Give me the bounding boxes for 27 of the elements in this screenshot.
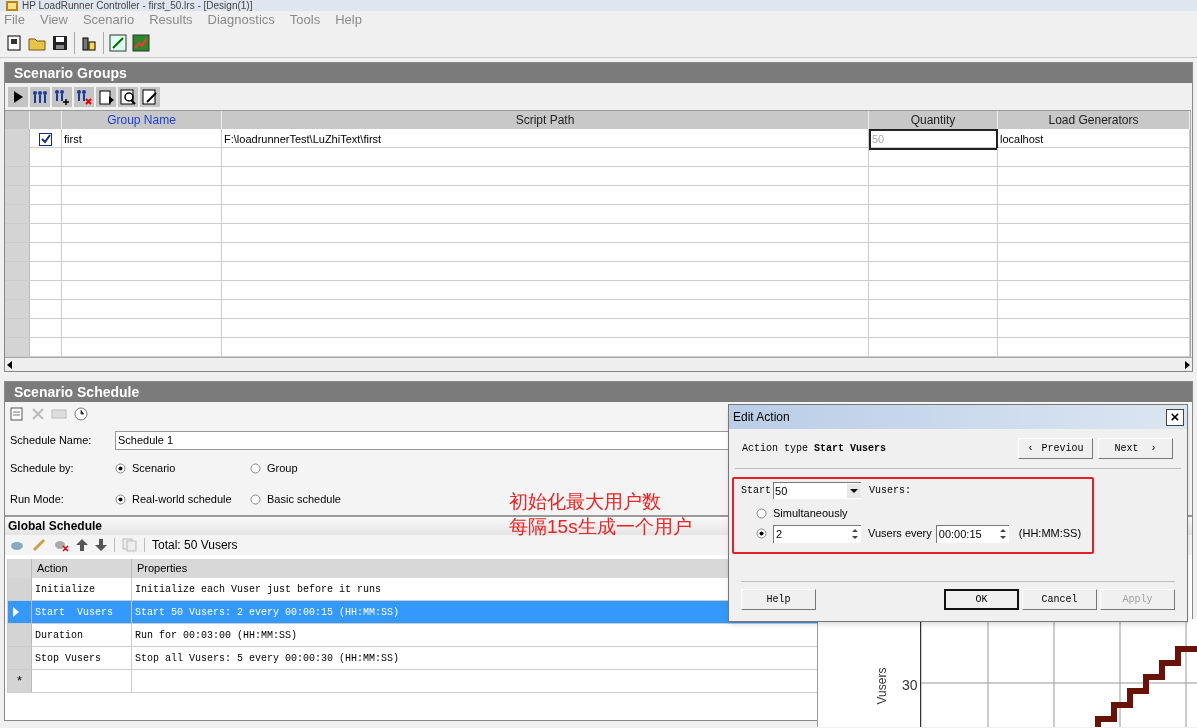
panel-header: Scenario Schedule <box>5 382 1192 402</box>
axis-label: Vusers <box>874 667 891 705</box>
tick-label: 30 <box>902 676 918 695</box>
format-label: (HH:MM:SS) <box>1018 526 1082 542</box>
action-type-label: Action type Start Vusers <box>742 442 887 456</box>
table-cell: Initialize <box>32 578 132 600</box>
table-cell: Duration <box>32 624 132 646</box>
annotation-text: 初始化最大用户数 <box>509 490 662 514</box>
table-cell: Start Vusers <box>32 601 132 623</box>
table-cell-text: Initialize each Vuser just before it runs <box>135 582 382 597</box>
section-title: Global Schedule <box>7 518 103 535</box>
field-label: Schedule by: <box>10 461 75 477</box>
table-cell: Stop Vusers <box>32 647 132 669</box>
table-cell-text: Run for 00:03:00 (HH:MM:SS) <box>135 628 298 643</box>
panel-header: Scenario Groups <box>5 63 1192 83</box>
field-label: Vusers every <box>868 526 932 542</box>
dialog-title: Edit Action <box>733 409 790 426</box>
field-label: Run Mode: <box>10 491 65 507</box>
table-cell-text: Start 50 Vusers: 2 every 00:00:15 (HH:MM:SS) <box>135 605 400 620</box>
field-label: Schedule Name: <box>10 432 93 448</box>
table-cell-text: Stop all Vusers: 5 every 00:00:30 (HH:MM:SS) <box>135 651 400 666</box>
window-title: HP LoadRunner Controller - first_50.lrs - [Design(1)] <box>22 0 253 11</box>
field-label: Vusers: <box>869 484 912 498</box>
total-label: Total: 50 Vusers <box>152 537 238 554</box>
field-label: Start <box>741 484 771 498</box>
annotation-text: 每隔15s生成一个用户 <box>509 515 692 539</box>
new-row-marker: * <box>16 672 23 691</box>
